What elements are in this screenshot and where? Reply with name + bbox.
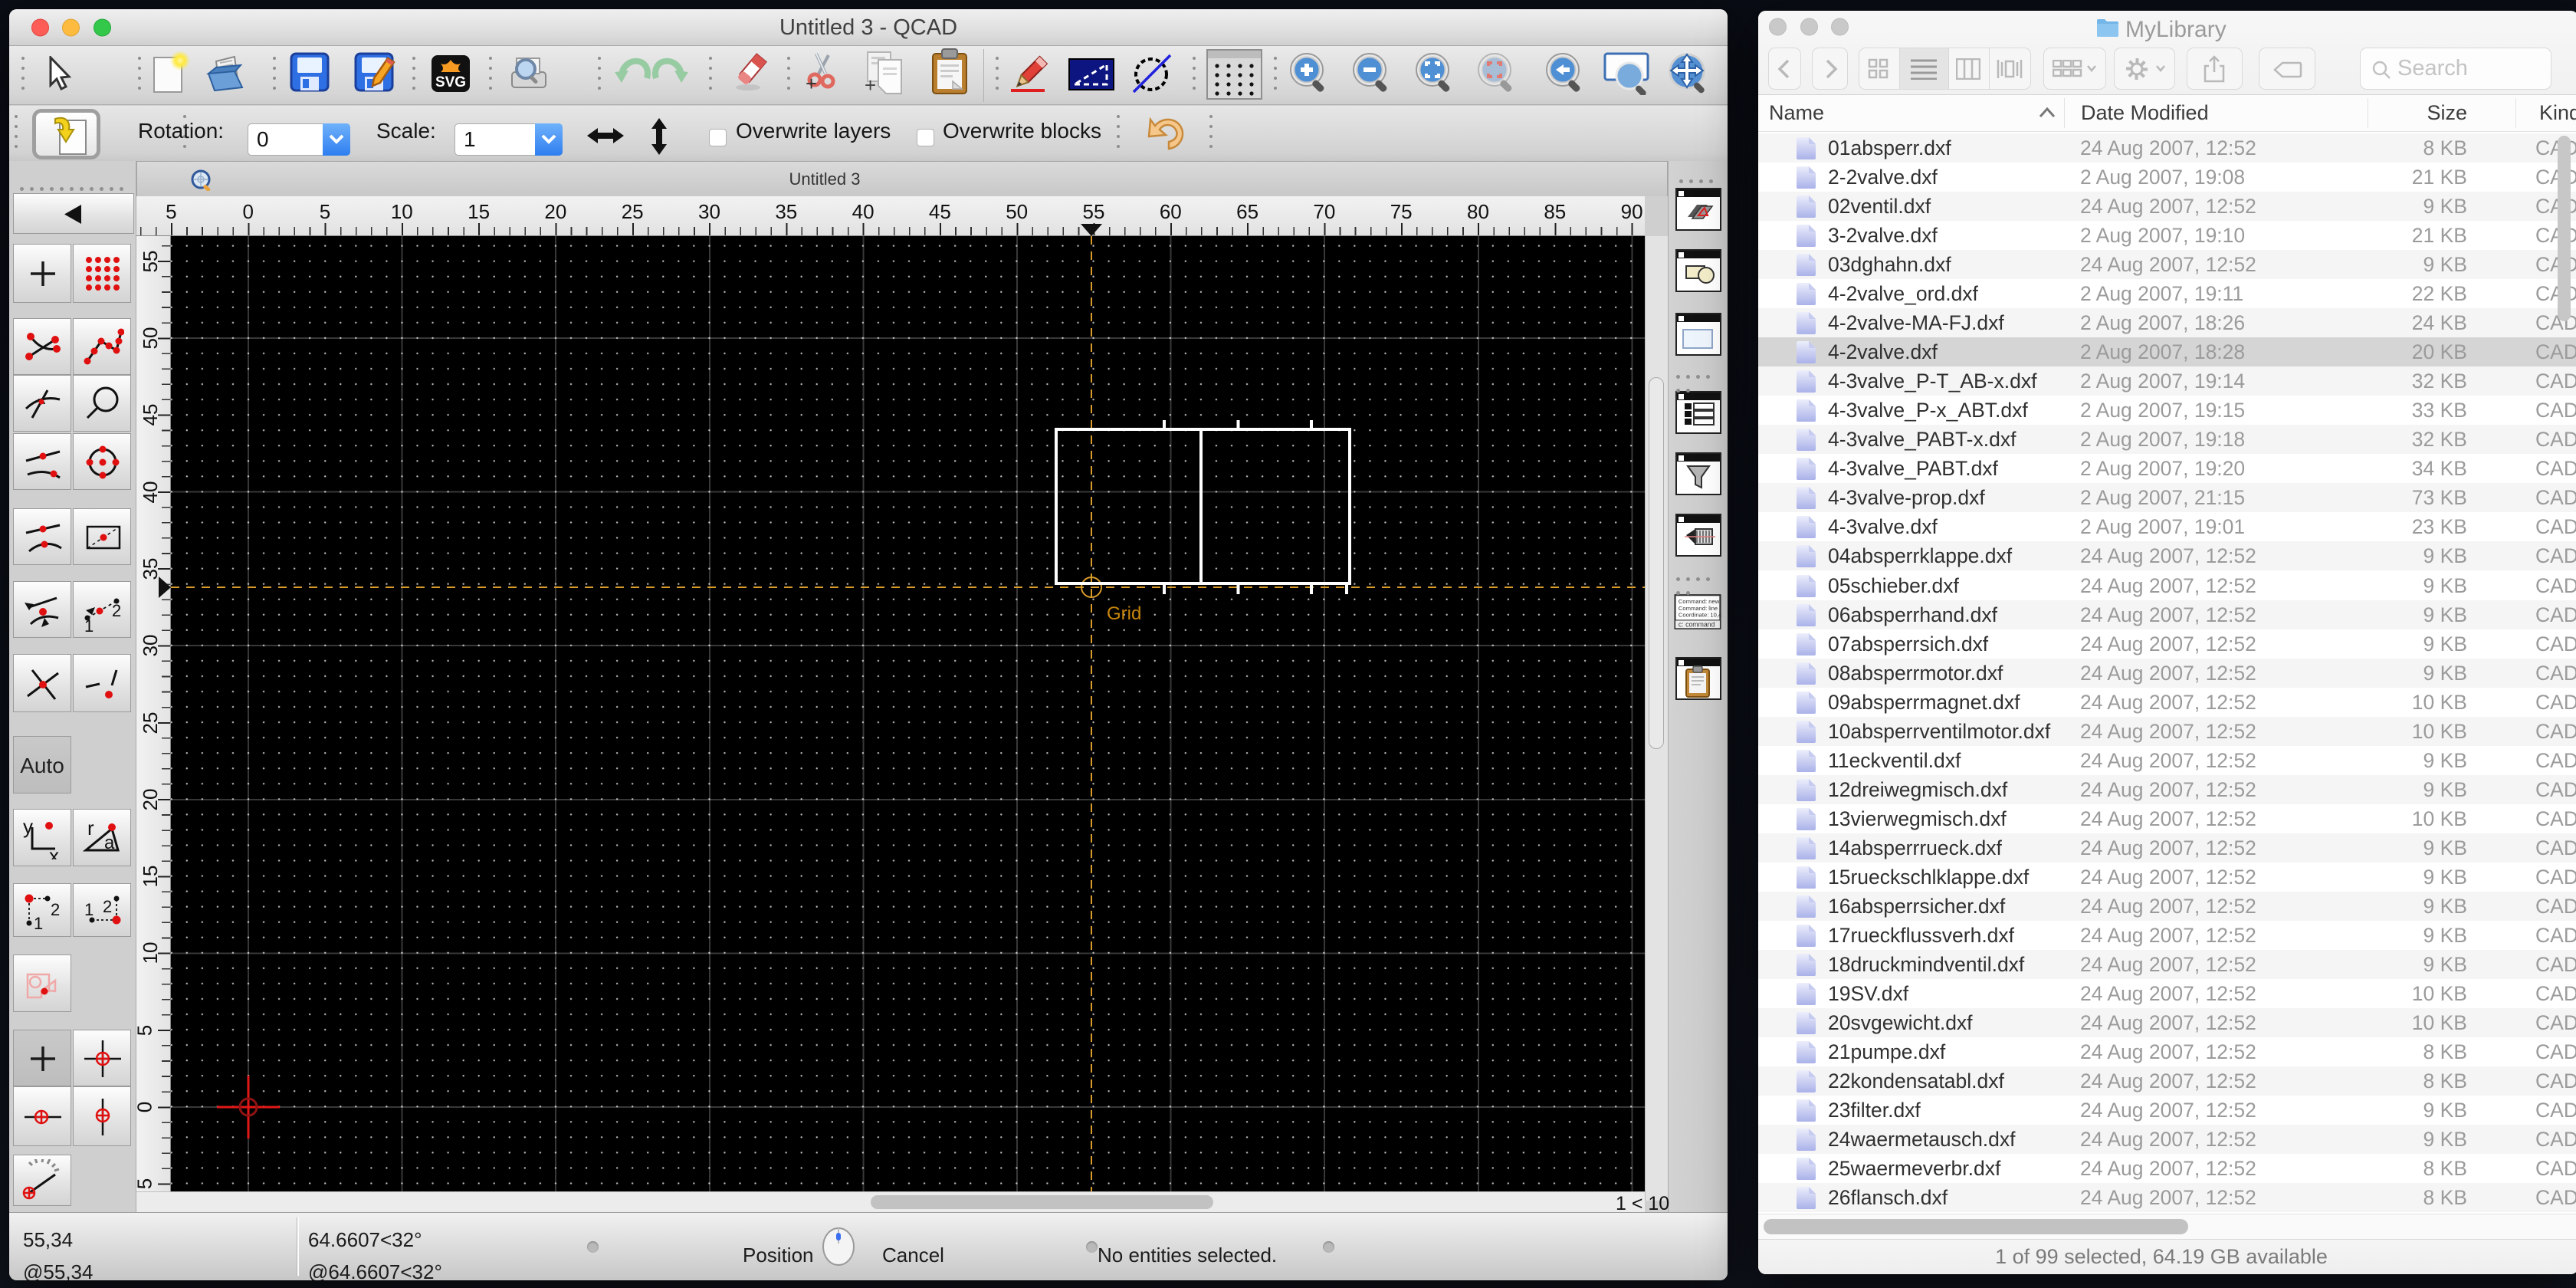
svg-text:1: 1	[84, 616, 94, 632]
svg-text:SVG: SVG	[435, 74, 466, 90]
svg-text:a: a	[104, 833, 115, 853]
svg-text:1: 1	[34, 914, 43, 932]
svg-text:2: 2	[51, 900, 60, 919]
svg-text:Coordinate: 10,43: Coordinate: 10,43	[1679, 612, 1722, 619]
svg-text:2: 2	[103, 897, 112, 916]
svg-text:+: +	[806, 72, 817, 95]
svg-text:1: 1	[84, 900, 94, 919]
svg-text:Grid: Grid	[1107, 603, 1141, 624]
svg-text:2: 2	[112, 601, 121, 620]
svg-text:c: command: c: command	[1679, 621, 1715, 629]
svg-text:+: +	[865, 74, 876, 95]
svg-text:y: y	[23, 816, 33, 838]
svg-text:Command: new: Command: new	[1679, 598, 1720, 605]
svg-text:x: x	[49, 844, 59, 859]
svg-text:r: r	[87, 816, 94, 840]
svg-text:Command: line: Command: line	[1679, 605, 1718, 612]
